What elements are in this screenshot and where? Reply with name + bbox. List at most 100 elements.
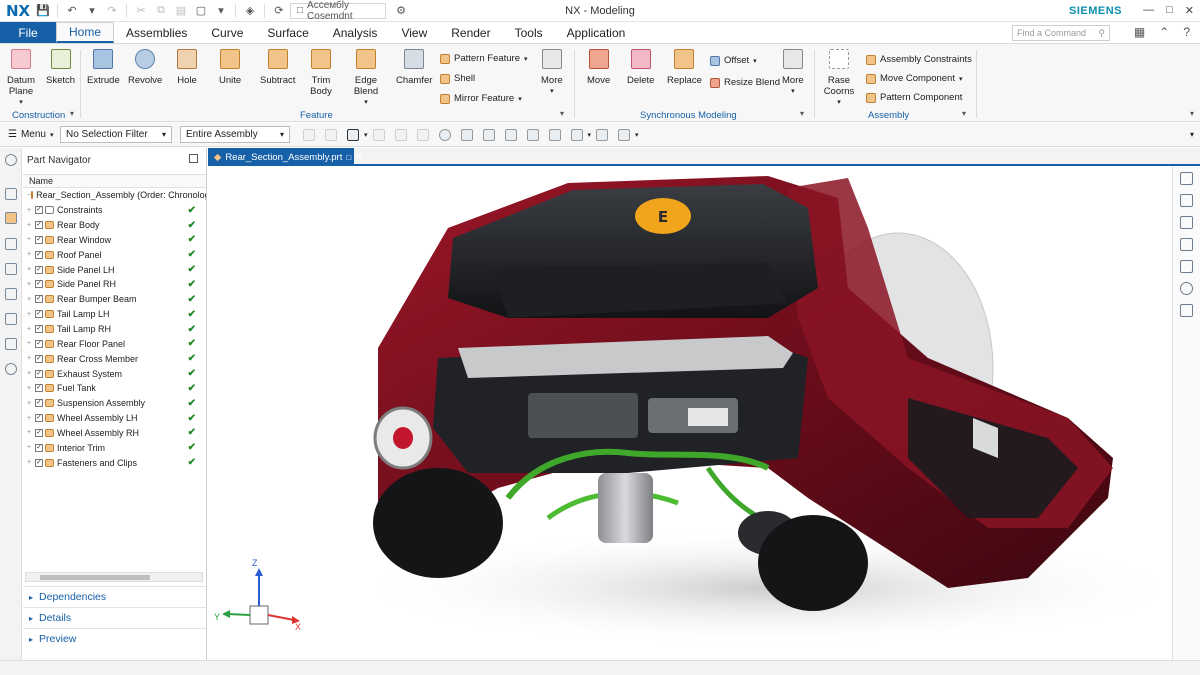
move-button[interactable]: Move (587, 49, 610, 86)
sync-more-button[interactable]: More ▾ (782, 49, 804, 97)
hd3d-tools-icon[interactable] (5, 288, 17, 300)
layer-icon[interactable] (548, 128, 561, 141)
visibility-checkbox[interactable]: ✓ (35, 414, 43, 423)
touch-mode-icon[interactable]: ◈ (241, 2, 259, 20)
visibility-checkbox[interactable]: ✓ (35, 399, 43, 408)
wcs-icon[interactable] (1180, 260, 1193, 273)
tree-item[interactable]: + ✓ Tail Lamp LH ✔ (23, 307, 206, 322)
fit-window-icon[interactable]: ▦ (1134, 25, 1145, 39)
subtract-button[interactable]: Subtract (260, 49, 295, 86)
visibility-checkbox[interactable]: ✓ (35, 295, 43, 304)
feature-more-button[interactable]: More ▾ (541, 49, 563, 97)
chamfer-button[interactable]: Chamfer (396, 49, 432, 86)
trim-body-button[interactable]: Trim Body (306, 49, 336, 97)
visibility-checkbox[interactable]: ✓ (35, 265, 43, 274)
ribbon-options-icon[interactable]: ▾ (1190, 109, 1194, 118)
revolve-button[interactable]: Revolve (128, 49, 162, 86)
tab-analysis[interactable]: Analysis (321, 22, 390, 43)
cut-icon[interactable]: ✂ (132, 2, 150, 20)
expand-icon[interactable]: + (27, 281, 35, 288)
tree-item[interactable]: + ✓ Constraints ✔ (23, 203, 206, 218)
tree-item[interactable]: + ✓ Rear Body ✔ (23, 218, 206, 233)
assembly-navigator-icon[interactable] (5, 188, 17, 200)
visibility-checkbox[interactable]: ✓ (35, 384, 43, 393)
tab-assemblies[interactable]: Assemblies (114, 22, 199, 43)
tab-view[interactable]: View (389, 22, 439, 43)
visibility-checkbox[interactable]: ✓ (35, 458, 43, 467)
expand-icon[interactable]: + (27, 400, 35, 407)
datum-plane-button[interactable]: Datum Plane ▾ (6, 49, 36, 108)
expand-icon[interactable]: + (27, 429, 35, 436)
tree-item[interactable]: + ✓ Exhaust System ✔ (23, 366, 206, 381)
expand-icon[interactable]: + (27, 355, 35, 362)
replace-button[interactable]: Replace (667, 49, 702, 86)
wireframe-icon[interactable] (504, 128, 517, 141)
orbit-icon[interactable] (1180, 282, 1193, 295)
close-icon[interactable]: ✕ (1185, 4, 1194, 17)
render-style-icon[interactable] (618, 128, 631, 141)
view-orient-icon[interactable] (438, 128, 451, 141)
window-icon[interactable]: ▢ (192, 2, 210, 20)
expand-icon[interactable]: + (27, 444, 35, 451)
dependencies-panel[interactable]: ▸ Dependencies (23, 586, 206, 607)
tree-item[interactable]: + ✓ Wheel Assembly RH ✔ (23, 426, 206, 441)
settings-icon[interactable] (5, 154, 17, 166)
visibility-checkbox[interactable]: ✓ (35, 235, 43, 244)
visibility-checkbox[interactable]: ✓ (35, 443, 43, 452)
tree-item[interactable]: + ✓ Wheel Assembly LH ✔ (23, 411, 206, 426)
tree-item[interactable]: + ✓ Rear Floor Panel ✔ (23, 336, 206, 351)
tab-curve[interactable]: Curve (199, 22, 255, 43)
paste-icon[interactable]: ▤ (172, 2, 190, 20)
tree-item[interactable]: + ✓ Fuel Tank ✔ (23, 381, 206, 396)
mirror-feature-button[interactable]: Mirror Feature ▾ (440, 93, 522, 104)
tree-root[interactable]: − Rear_Section_Assembly (Order: Chronolo… (23, 188, 206, 203)
chevron-down-icon[interactable]: ▾ (635, 131, 639, 139)
expand-icon[interactable]: + (27, 207, 35, 214)
reuse-library-icon[interactable] (5, 263, 17, 275)
window-dropdown-icon[interactable]: ▾ (212, 2, 230, 20)
visibility-checkbox[interactable]: ✓ (35, 369, 43, 378)
hole-button[interactable]: Hole (177, 49, 197, 86)
assembly-group-menu-icon[interactable]: ▾ (962, 109, 966, 118)
refresh-icon[interactable]: ⟳ (270, 2, 288, 20)
top-view-icon[interactable] (1180, 238, 1193, 251)
visibility-checkbox[interactable]: ✓ (35, 354, 43, 363)
maximize-icon[interactable]: □ (1166, 4, 1173, 17)
section-view-icon[interactable] (526, 128, 539, 141)
collapse-ribbon-icon[interactable]: ⌃ (1159, 25, 1169, 39)
snap-point-icon[interactable] (303, 128, 315, 141)
edge-blend-button[interactable]: Edge Blend ▾ (350, 49, 382, 108)
undo-icon[interactable]: ↶ (63, 2, 81, 20)
tab-home[interactable]: Home (56, 22, 115, 43)
camera-icon[interactable] (596, 128, 609, 141)
tree-item[interactable]: + ✓ Rear Bumper Beam ✔ (23, 292, 206, 307)
face-rule-icon[interactable] (394, 128, 407, 141)
file-tab[interactable]: File (0, 22, 56, 43)
fit-icon[interactable] (460, 128, 473, 141)
constraint-navigator-icon[interactable] (5, 238, 17, 250)
command-search-input[interactable]: Find a Command ⚲ (1012, 25, 1110, 41)
expand-icon[interactable]: + (27, 415, 35, 422)
close-tab-icon[interactable]: ✕ (355, 152, 363, 163)
tree-item[interactable]: + ✓ Rear Cross Member ✔ (23, 351, 206, 366)
visibility-checkbox[interactable]: ✓ (35, 221, 43, 230)
selection-filter-dropdown[interactable]: No Selection Filter ▾ (60, 126, 172, 143)
expand-icon[interactable]: + (27, 251, 35, 258)
expand-icon[interactable]: + (27, 296, 35, 303)
tree-item[interactable]: + ✓ Interior Trim ✔ (23, 440, 206, 455)
preview-panel[interactable]: ▸ Preview (23, 628, 206, 649)
shell-button[interactable]: Shell (440, 73, 475, 84)
visibility-checkbox[interactable]: ✓ (35, 250, 43, 259)
graphics-window[interactable]: E Z X Y (208, 168, 1172, 660)
shaded-icon[interactable] (482, 128, 495, 141)
reuse-components-button[interactable]: Rase Coorns ▾ (822, 49, 856, 108)
help-icon[interactable]: ? (1183, 25, 1190, 39)
expand-icon[interactable]: + (27, 326, 35, 333)
tree-item[interactable]: + ✓ Rear Window ✔ (23, 233, 206, 248)
tab-tools[interactable]: Tools (503, 22, 555, 43)
construction-group-menu-icon[interactable]: ▾ (70, 109, 74, 118)
show-hide-icon[interactable] (570, 128, 583, 141)
tree-item[interactable]: + ✓ Side Panel LH ✔ (23, 262, 206, 277)
feature-group-menu-icon[interactable]: ▾ (560, 109, 564, 118)
expand-icon[interactable]: + (27, 340, 35, 347)
